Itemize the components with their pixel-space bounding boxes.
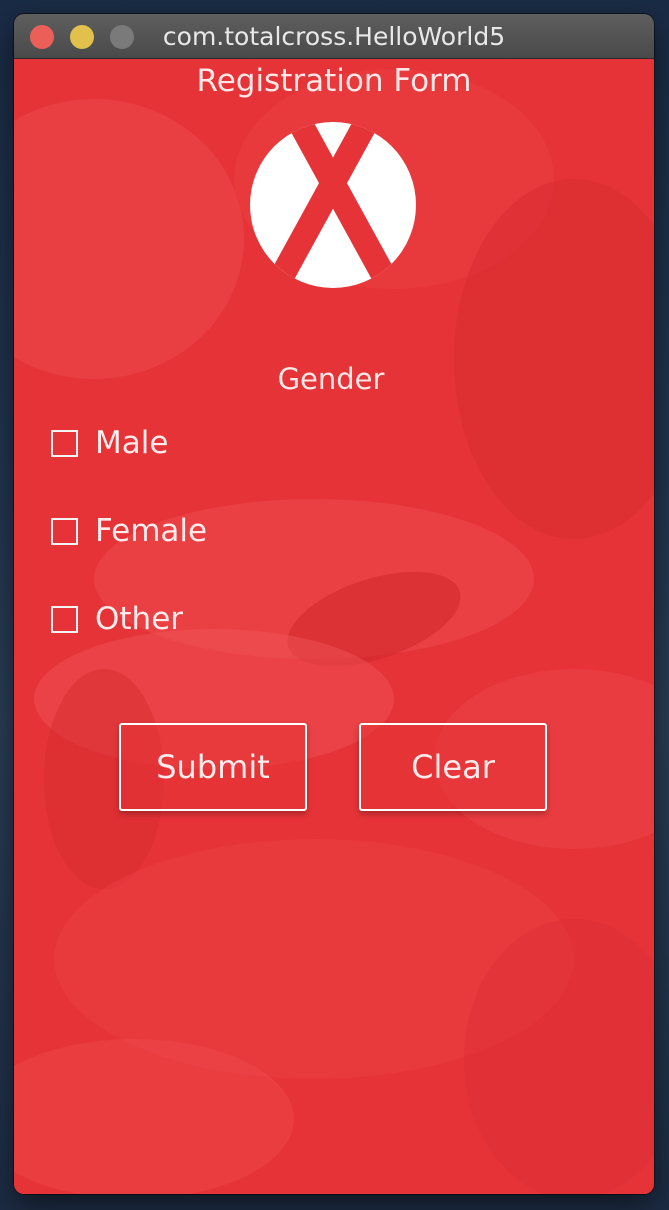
totalcross-logo-icon <box>250 122 416 288</box>
checkbox-box[interactable] <box>51 605 78 633</box>
window-title: com.totalcross.HelloWorld5 <box>162 22 506 51</box>
gender-label: Gender <box>277 362 385 396</box>
checkbox-label: Other <box>95 601 184 637</box>
checkbox-box[interactable] <box>51 517 78 545</box>
clear-button[interactable]: Clear <box>359 723 547 811</box>
app-window: com.totalcross.HelloWorld5 Registration … <box>14 14 654 1194</box>
title-bar[interactable]: com.totalcross.HelloWorld5 <box>14 14 654 59</box>
female-checkbox[interactable]: Female <box>51 511 207 551</box>
checkbox-label: Male <box>95 425 169 461</box>
checkbox-box[interactable] <box>51 429 78 457</box>
form-title: Registration Form <box>196 63 472 99</box>
checkbox-label: Female <box>95 513 208 549</box>
submit-button[interactable]: Submit <box>119 723 307 811</box>
app-content: Registration Form Gender Male Female Oth… <box>14 59 654 1194</box>
male-checkbox[interactable]: Male <box>51 423 168 463</box>
other-checkbox[interactable]: Other <box>51 599 183 639</box>
